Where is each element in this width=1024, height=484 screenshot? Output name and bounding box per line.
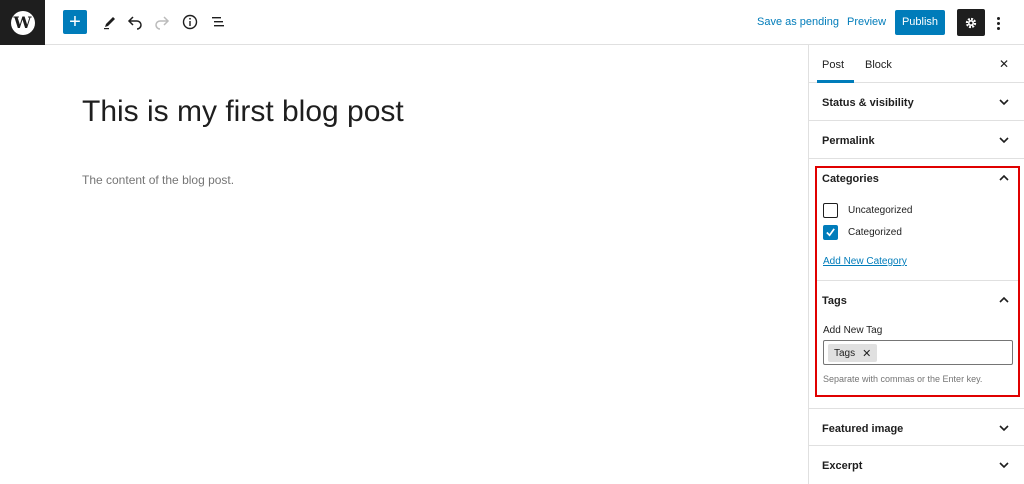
tab-block[interactable]: Block: [865, 59, 892, 71]
list-view-icon: [212, 17, 224, 27]
wordpress-logo-icon: W: [10, 10, 35, 35]
panel-title: Status & visibility: [822, 97, 914, 109]
chevron-down-icon: [999, 137, 1009, 144]
more-options-button[interactable]: [992, 12, 1004, 34]
chevron-down-icon: [999, 99, 1009, 106]
save-as-pending-button[interactable]: Save as pending: [757, 16, 839, 28]
tab-post[interactable]: Post: [822, 59, 844, 71]
tools-pencil-button[interactable]: [98, 10, 122, 34]
redo-button[interactable]: [150, 10, 174, 34]
list-view-button[interactable]: [206, 10, 230, 34]
panel-featured-image[interactable]: Featured image: [809, 408, 1024, 446]
dot-icon: [996, 16, 1000, 20]
highlight-box: [815, 166, 1020, 397]
settings-button[interactable]: [957, 9, 985, 36]
chevron-down-icon: [999, 425, 1009, 432]
post-content-paragraph[interactable]: The content of the blog post.: [82, 173, 234, 187]
chevron-down-icon: [999, 462, 1009, 469]
dot-icon: [996, 26, 1000, 30]
panel-title: Permalink: [822, 135, 875, 147]
preview-button[interactable]: Preview: [847, 16, 886, 28]
gear-icon: [965, 17, 977, 28]
undo-icon: [127, 16, 142, 30]
sidebar-tabs: Post Block ✕: [809, 45, 1024, 83]
panel-title: Excerpt: [822, 460, 863, 472]
editor-canvas: This is my first blog post The content o…: [0, 45, 808, 484]
post-title[interactable]: This is my first blog post: [82, 95, 404, 129]
dot-icon: [996, 21, 1000, 25]
wordpress-logo-button[interactable]: W: [0, 0, 45, 45]
pencil-icon: [104, 17, 115, 30]
panel-permalink[interactable]: Permalink: [809, 121, 1024, 159]
redo-icon: [155, 16, 170, 30]
panel-excerpt[interactable]: Excerpt: [809, 446, 1024, 484]
close-sidebar-icon[interactable]: ✕: [999, 57, 1009, 71]
undo-button[interactable]: [123, 10, 147, 34]
settings-sidebar: Post Block ✕ Status & visibility Permali…: [808, 45, 1024, 484]
add-block-button[interactable]: +: [63, 10, 87, 34]
panel-title: Featured image: [822, 423, 904, 435]
editor-toolbar: W + Save as pending Preview Publish: [0, 0, 1024, 45]
panel-status-visibility[interactable]: Status & visibility: [809, 83, 1024, 121]
publish-button[interactable]: Publish: [895, 10, 945, 35]
details-button[interactable]: [178, 10, 202, 34]
info-icon: [182, 14, 198, 30]
